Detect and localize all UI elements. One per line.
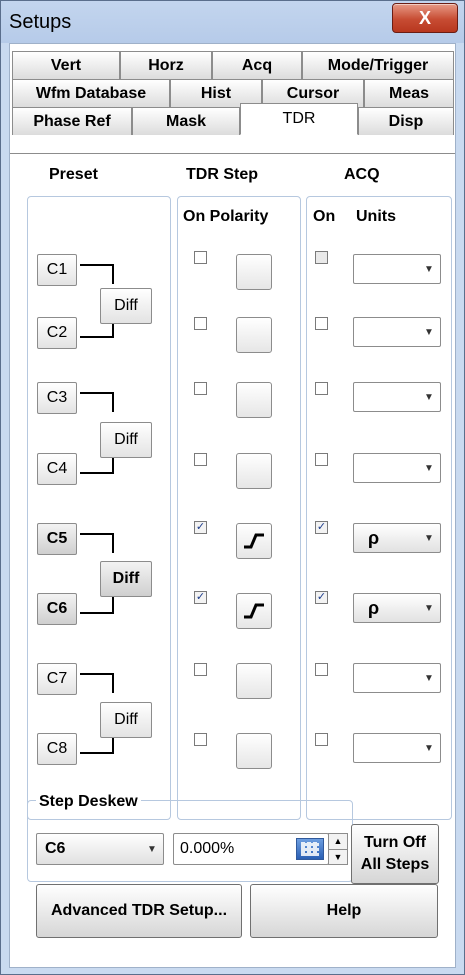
acq-on-checkbox-8[interactable] (315, 733, 328, 746)
spin-control[interactable]: ▲ ▼ (328, 833, 348, 865)
tab-tdr[interactable]: TDR (240, 103, 358, 135)
rising-step-icon (244, 533, 264, 549)
tab-meas[interactable]: Meas (364, 79, 454, 107)
dropdown-arrow-icon: ▼ (424, 532, 434, 544)
diff-c3-c4-button[interactable]: Diff (100, 422, 152, 458)
keypad-icon[interactable] (296, 838, 324, 860)
window-title: Setups (9, 11, 72, 33)
rising-step-icon (244, 603, 264, 619)
units-combo-5[interactable]: ρ ▼ (353, 523, 441, 553)
on-polarity-label: On Polarity (183, 208, 269, 225)
preset-c4-button[interactable]: C4 (37, 453, 77, 485)
preset-c3-button[interactable]: C3 (37, 382, 77, 414)
step-deskew-label: Step Deskew (36, 793, 141, 811)
polarity-button-8[interactable] (236, 733, 272, 769)
tdr-step-header: TDR Step (186, 166, 258, 183)
acq-on-checkbox-7[interactable] (315, 663, 328, 676)
title-bar[interactable]: Setups X (1, 1, 464, 43)
diff-c7-c8-button[interactable]: Diff (100, 702, 152, 738)
preset-c8-button[interactable]: C8 (37, 733, 77, 765)
step-on-checkbox-2[interactable] (194, 317, 207, 330)
polarity-button-3[interactable] (236, 382, 272, 418)
polarity-button-1[interactable] (236, 254, 272, 290)
step-on-checkbox-1[interactable] (194, 251, 207, 264)
dropdown-arrow-icon: ▼ (424, 672, 434, 684)
preset-c1-button[interactable]: C1 (37, 254, 77, 286)
acq-header: ACQ (344, 166, 380, 183)
units-label: Units (356, 208, 396, 225)
acq-on-checkbox-5[interactable]: ✓ (315, 521, 328, 534)
pair-bracket-top (80, 673, 114, 693)
tab-acq[interactable]: Acq (212, 51, 302, 79)
acq-group (306, 196, 452, 820)
deskew-value-field[interactable]: 0.000% (173, 833, 329, 865)
preset-c6-button[interactable]: C6 (37, 593, 77, 625)
step-on-checkbox-6[interactable]: ✓ (194, 591, 207, 604)
units-combo-1[interactable]: ▼ (353, 254, 441, 284)
tab-vert[interactable]: Vert (12, 51, 120, 79)
tab-phase-ref[interactable]: Phase Ref (12, 107, 132, 135)
step-on-checkbox-8[interactable] (194, 733, 207, 746)
spin-down-icon[interactable]: ▼ (329, 850, 347, 865)
preset-c5-button[interactable]: C5 (37, 523, 77, 555)
tab-mask[interactable]: Mask (132, 107, 240, 135)
pair-bracket-top (80, 264, 114, 284)
dropdown-arrow-icon: ▼ (424, 326, 434, 338)
polarity-button-5[interactable] (236, 523, 272, 559)
step-on-checkbox-3[interactable] (194, 382, 207, 395)
preset-c7-button[interactable]: C7 (37, 663, 77, 695)
setups-window: Setups X Vert Horz Acq Mode/Trigger Wfm … (0, 0, 465, 975)
diff-c1-c2-button[interactable]: Diff (100, 288, 152, 324)
dropdown-arrow-icon: ▼ (424, 742, 434, 754)
diff-c5-c6-button[interactable]: Diff (100, 561, 152, 597)
units-combo-4[interactable]: ▼ (353, 453, 441, 483)
turn-off-all-steps-button[interactable]: Turn Off All Steps (351, 824, 439, 884)
preset-header: Preset (49, 166, 98, 183)
pair-bracket-top (80, 392, 114, 412)
preset-c2-button[interactable]: C2 (37, 317, 77, 349)
tab-wfm-database[interactable]: Wfm Database (12, 79, 170, 107)
tab-disp[interactable]: Disp (358, 107, 454, 135)
client-area: Vert Horz Acq Mode/Trigger Wfm Database … (9, 43, 456, 968)
spin-up-icon[interactable]: ▲ (329, 834, 347, 850)
step-on-checkbox-5[interactable]: ✓ (194, 521, 207, 534)
acq-on-checkbox-3[interactable] (315, 382, 328, 395)
dropdown-arrow-icon: ▼ (424, 462, 434, 474)
units-combo-6[interactable]: ρ ▼ (353, 593, 441, 623)
polarity-button-2[interactable] (236, 317, 272, 353)
deskew-source-combo[interactable]: C6 ▼ (36, 833, 164, 865)
help-button[interactable]: Help (250, 884, 438, 938)
polarity-button-6[interactable] (236, 593, 272, 629)
units-combo-3[interactable]: ▼ (353, 382, 441, 412)
pair-bracket-top (80, 533, 114, 553)
polarity-button-4[interactable] (236, 453, 272, 489)
units-combo-7[interactable]: ▼ (353, 663, 441, 693)
tab-mode-trigger[interactable]: Mode/Trigger (302, 51, 454, 79)
acq-on-checkbox-2[interactable] (315, 317, 328, 330)
acq-on-checkbox-1[interactable] (315, 251, 328, 264)
tab-horz[interactable]: Horz (120, 51, 212, 79)
tab-divider (10, 153, 455, 154)
units-combo-8[interactable]: ▼ (353, 733, 441, 763)
dropdown-arrow-icon: ▼ (424, 263, 434, 275)
dropdown-arrow-icon: ▼ (424, 391, 434, 403)
step-on-checkbox-7[interactable] (194, 663, 207, 676)
acq-on-label: On (313, 208, 336, 225)
acq-on-checkbox-4[interactable] (315, 453, 328, 466)
close-button[interactable]: X (392, 3, 458, 33)
dropdown-arrow-icon: ▼ (147, 843, 157, 855)
step-on-checkbox-4[interactable] (194, 453, 207, 466)
polarity-button-7[interactable] (236, 663, 272, 699)
units-combo-2[interactable]: ▼ (353, 317, 441, 347)
acq-on-checkbox-6[interactable]: ✓ (315, 591, 328, 604)
dropdown-arrow-icon: ▼ (424, 602, 434, 614)
advanced-tdr-setup-button[interactable]: Advanced TDR Setup... (36, 884, 242, 938)
